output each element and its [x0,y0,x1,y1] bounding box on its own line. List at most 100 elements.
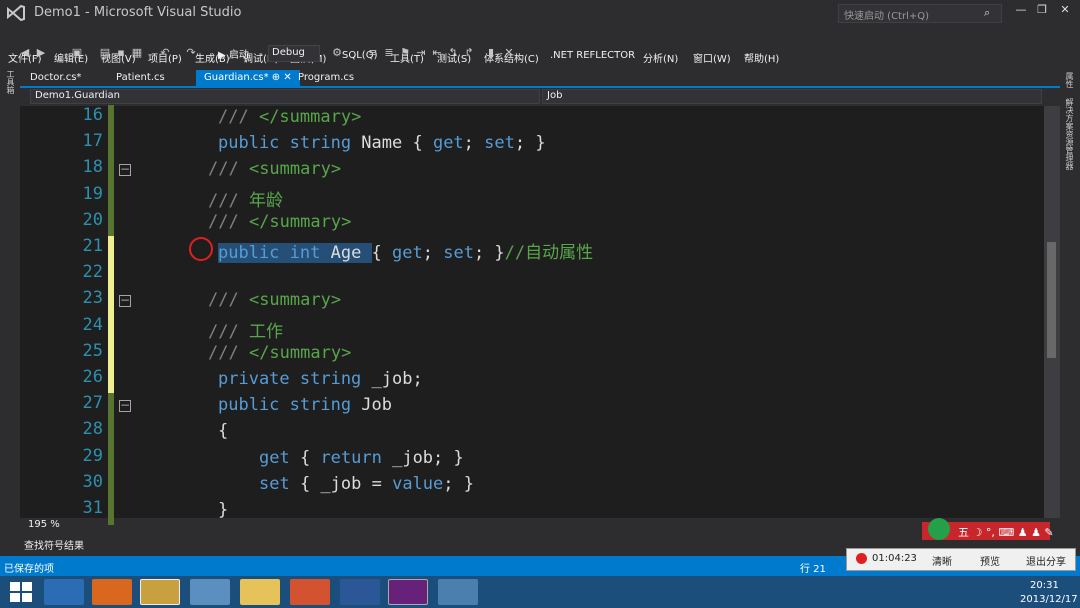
code-token: </summary> [248,211,352,232]
change-marker [108,236,114,264]
tab-guardian[interactable]: Guardian.cs* ⊕ ✕ [196,70,300,87]
quick-launch-input[interactable]: 快速启动 (Ctrl+Q) [838,4,1002,23]
code-editor[interactable] [20,106,1044,518]
code-token: /// [208,211,249,232]
internet-explorer-icon[interactable] [44,579,84,605]
word-icon[interactable] [340,579,380,605]
change-marker [108,314,114,342]
code-token: return [320,447,393,468]
windows-start-icon[interactable] [10,582,32,602]
change-marker [108,262,114,290]
ime-logo-icon[interactable] [928,518,950,540]
change-marker [108,471,114,499]
code-token: Name { [361,133,433,154]
code-token: get [392,243,423,263]
prev-bookmark-icon[interactable]: ↰ [446,46,460,60]
collapse-icon[interactable]: − [119,399,131,413]
firefox-icon[interactable] [92,579,132,605]
code-token: { [218,421,229,442]
line-number: 29 [82,445,103,466]
code-line: /// 年龄 [208,186,283,211]
code-line: /// </summary> [208,343,351,363]
solution-explorer-tab[interactable]: 解决方案资源管理器 [1063,98,1075,170]
start-debug-button[interactable]: ▶ 启动 [218,46,249,61]
preview-button[interactable]: 预览 [980,553,1000,568]
line-number: 30 [82,471,103,492]
code-line: /// </summary> [208,212,351,232]
record-icon[interactable] [856,553,867,564]
code-token: private string [218,369,372,389]
tab-patient[interactable]: Patient.cs [108,70,173,87]
change-marker [108,209,114,237]
zoom-level[interactable]: 195 % [28,519,60,530]
change-marker [108,393,114,421]
comment-icon[interactable]: ⇤ [430,46,444,60]
redo-icon[interactable]: ↷ [184,46,198,60]
code-line: { [218,421,228,441]
open-icon[interactable]: ▤ [98,46,112,60]
scrollbar-thumb[interactable] [1047,242,1056,358]
code-token: public int [218,243,331,263]
code-line: /// 工作 [208,317,283,342]
folder-icon[interactable] [240,579,280,605]
code-token: 工作 [248,321,283,342]
code-line: /// <summary> [208,159,341,179]
new-project-icon[interactable]: ▣ [70,46,84,60]
code-token: /// [208,342,249,363]
exit-share-button[interactable]: 退出分享 [1026,553,1066,568]
attach-icon[interactable]: ⚙ [330,46,344,60]
save-icon[interactable]: ▪ [114,46,128,60]
window-title: Demo1 - Microsoft Visual Studio [34,5,242,20]
save-all-icon[interactable]: ▦ [130,46,144,60]
line-number: 21 [82,236,103,256]
code-token: set [259,473,300,494]
recording-timer: 01:04:23 [872,553,917,564]
powerpoint-icon[interactable] [290,579,330,605]
code-token: </summary> [258,107,362,127]
forward-icon[interactable]: ▶ [34,46,48,60]
clear-bookmarks-icon[interactable]: ✕ [502,46,516,60]
code-token: //自动属性 [504,243,594,263]
properties-tab[interactable]: 属性 [1063,72,1075,88]
explorer-app-icon[interactable] [190,579,230,605]
collapse-icon[interactable]: − [119,163,131,177]
document-tabs [20,70,1060,87]
configuration-select[interactable]: Debug [268,45,320,62]
search-icon[interactable]: ⌕ [984,6,990,20]
code-token: { _job = [299,473,393,494]
maximize-button[interactable]: ❐ [1031,3,1053,21]
toggle-bookmark-icon[interactable]: ▮ [484,46,498,60]
cursor-highlight-circle [189,237,213,261]
undo-icon[interactable]: ↶ [158,46,172,60]
visual-studio-icon[interactable] [388,579,428,605]
find-symbol-results-tab[interactable]: 查找符号结果 [24,537,84,552]
next-bookmark-icon[interactable]: ↱ [462,46,476,60]
indent-icon[interactable]: ⇥ [414,46,428,60]
code-line: } [218,500,228,520]
clarity-button[interactable]: 清晰 [932,553,952,568]
code-token: get [259,447,300,468]
paint-icon[interactable] [438,579,478,605]
close-button[interactable]: ✕ [1054,3,1076,21]
line-number: 25 [82,340,103,361]
code-line: public int Age { get; set; }//自动属性 [218,238,593,263]
menu-bar: 文件(F) 编辑(E) 视图(V) 项目(P) 生成(B) 调试(D) 团队(M… [0,24,1080,65]
tab-doctor[interactable]: Doctor.cs* [22,70,89,87]
change-marker [108,183,114,211]
member-selector[interactable]: Job [542,89,1042,104]
back-icon[interactable]: ◀ [18,46,32,60]
visual-studio-logo-icon [7,4,25,22]
tab-program[interactable]: Program.cs [290,70,362,87]
code-token: ; [463,133,485,154]
format-icon[interactable]: ≡ [366,46,380,60]
toolbox-strip [0,66,20,558]
line-number: 20 [82,209,103,230]
line-number: 28 [82,419,103,440]
toolbox-tab[interactable]: 工具箱 [6,70,16,94]
align-icon[interactable]: ≣ [382,46,396,60]
app-icon[interactable] [140,579,180,605]
collapse-icon[interactable]: − [119,294,131,308]
minimize-button[interactable]: — [1010,3,1032,21]
type-selector[interactable]: Demo1.Guardian [30,89,540,104]
bookmark-icon[interactable]: ⚑ [398,46,412,60]
